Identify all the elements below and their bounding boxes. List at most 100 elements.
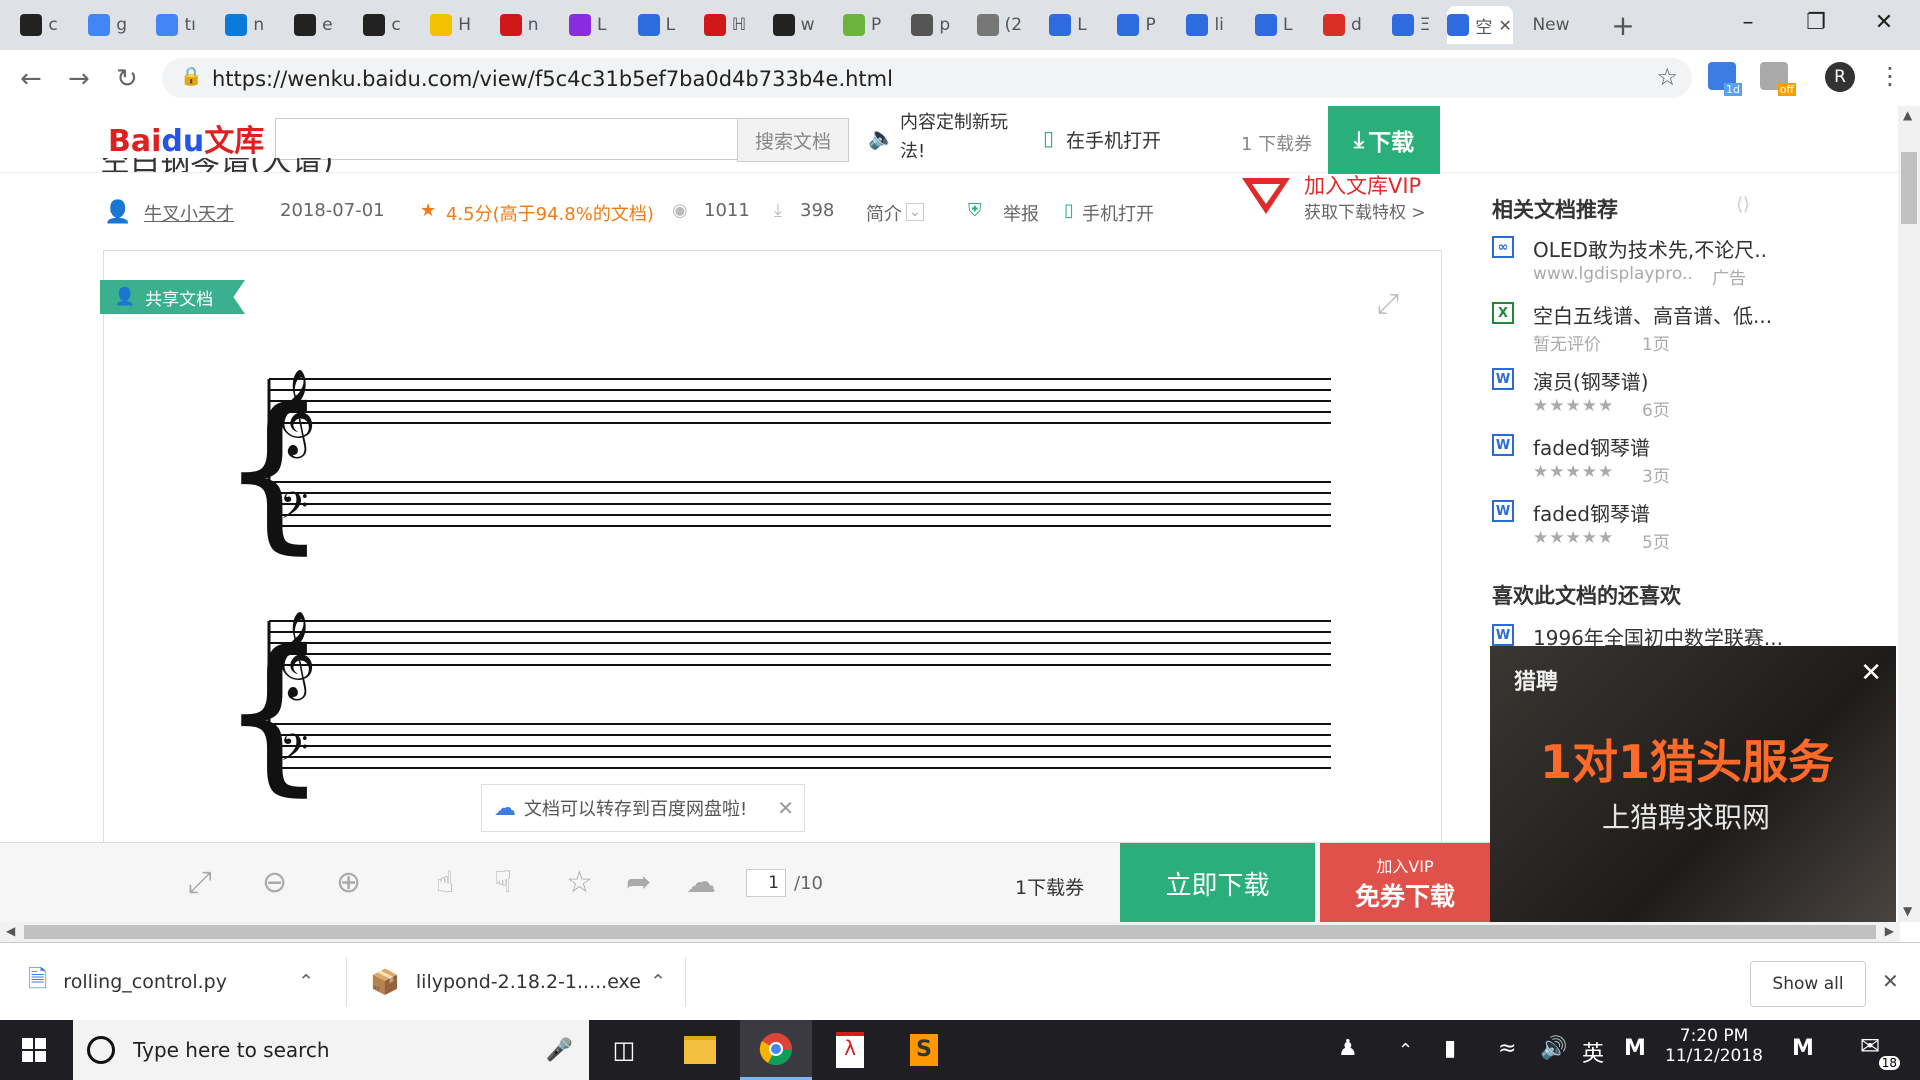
header-download-button[interactable]: ⤓ 下载	[1328, 106, 1440, 174]
scroll-right-icon[interactable]: ▶	[1885, 924, 1894, 938]
thumbs-down-icon[interactable]: ☟	[494, 865, 512, 900]
forward-icon[interactable]: →	[68, 64, 90, 94]
ime-indicator[interactable]: 英	[1582, 1036, 1604, 1068]
back-icon[interactable]: ←	[20, 64, 42, 94]
volume-icon[interactable]: 🔊	[1540, 1036, 1567, 1061]
reload-icon[interactable]: ↻	[116, 64, 138, 94]
clock[interactable]: 7:20 PM 11/12/2018	[1664, 1026, 1764, 1066]
browser-tab[interactable]: d	[1309, 6, 1375, 44]
minimize-button[interactable]: –	[1718, 0, 1778, 44]
acrobat-icon[interactable]: λ	[814, 1020, 886, 1080]
browser-tab[interactable]: n	[486, 6, 552, 44]
vertical-scrollbar[interactable]: ▲ ▼	[1898, 106, 1920, 922]
extension-off-icon[interactable]: off	[1760, 62, 1796, 96]
browser-tab[interactable]: 空 ✕	[1446, 6, 1513, 44]
url-text[interactable]: https://wenku.baidu.com/view/f5c4c31b5ef…	[212, 67, 893, 91]
search-docs-button[interactable]: 搜索文档	[737, 118, 849, 162]
action-center-icon[interactable]: ✉ 18	[1860, 1032, 1900, 1070]
bookmark-star-icon[interactable]: ☆	[1656, 63, 1678, 91]
related-doc-item[interactable]: W 演员(钢琴谱) ★★★★★ 6页	[1492, 366, 1782, 426]
taskbar-search-box[interactable]: Type here to search 🎤	[73, 1020, 589, 1080]
browser-tab[interactable]: tı	[143, 6, 209, 44]
browser-tab[interactable]: e	[280, 6, 346, 44]
chevron-up-icon[interactable]: ⌃	[650, 971, 666, 993]
download-now-button[interactable]: 立即下载	[1120, 843, 1315, 923]
vip-free-download-button[interactable]: 加入VIP 免券下载	[1320, 843, 1490, 923]
horizontal-scrollbar[interactable]: ◀ ▶	[0, 922, 1900, 942]
profile-avatar[interactable]: R	[1825, 62, 1855, 92]
browser-tab[interactable]: g	[75, 6, 141, 44]
phone-open-link[interactable]: 手机打开	[1082, 200, 1154, 226]
promo-link[interactable]: 内容定制新玩 法!	[900, 108, 1008, 166]
close-icon[interactable]: ✕	[1860, 658, 1882, 688]
vertical-scroll-thumb[interactable]	[1901, 152, 1917, 224]
file-explorer-icon[interactable]	[664, 1020, 736, 1080]
wifi-icon[interactable]: ≈	[1498, 1036, 1516, 1061]
browser-tab[interactable]: c	[349, 6, 415, 44]
open-in-phone-link[interactable]: 在手机打开	[1066, 126, 1161, 153]
join-vip-link[interactable]: 加入文库VIP	[1304, 170, 1421, 200]
share-icon[interactable]: ➦	[626, 865, 651, 900]
close-icon[interactable]: ✕	[777, 796, 794, 820]
related-doc-item[interactable]: ∞ OLED敢为技术先,不论尺.. www.lgdisplaypro.. 广告	[1492, 234, 1782, 294]
page-number-input[interactable]: 1	[746, 869, 786, 897]
intro-toggle[interactable]: 简介	[866, 200, 902, 226]
related-doc-item[interactable]: X 空白五线谱、高音谱、低... 暂无评价 1页	[1492, 300, 1782, 360]
browser-tab[interactable]: (2	[966, 6, 1032, 44]
show-all-button[interactable]: Show all	[1750, 961, 1866, 1007]
horizontal-scroll-thumb[interactable]	[24, 925, 1876, 939]
close-tab-icon[interactable]: ✕	[1498, 16, 1511, 35]
browser-tab[interactable]: New	[1518, 6, 1584, 44]
report-link[interactable]: 举报	[1003, 200, 1039, 226]
close-window-button[interactable]: ✕	[1854, 0, 1914, 44]
download-item-exe[interactable]: 📦 lilypond-2.18.2-1.....exe ⌃	[370, 943, 680, 1021]
browser-tab[interactable]: L	[555, 6, 621, 44]
browser-tab[interactable]: Ξ	[1378, 6, 1444, 44]
microphone-icon[interactable]: 🎤	[546, 1038, 573, 1063]
browser-tab[interactable]: ℍ	[692, 6, 758, 44]
chevron-up-icon[interactable]: ⌃	[1398, 1040, 1413, 1061]
ime-mode-icon[interactable]: M	[1624, 1036, 1646, 1061]
browser-tab[interactable]: L	[1035, 6, 1101, 44]
favorite-star-icon[interactable]: ☆	[566, 865, 593, 900]
browser-tab[interactable]: P	[1104, 6, 1170, 44]
author-link[interactable]: 牛叉小天才	[144, 200, 234, 226]
chevron-down-icon[interactable]: ⌄	[906, 203, 924, 221]
also-like-item[interactable]: W 1996年全国初中数学联赛...	[1492, 622, 1782, 646]
fullscreen-icon[interactable]: ⤢	[188, 865, 212, 900]
scroll-up-icon[interactable]: ▲	[1903, 108, 1912, 122]
chrome-icon[interactable]	[740, 1020, 812, 1080]
baidu-wenku-logo[interactable]: Baidu文库	[108, 116, 264, 160]
liepin-ad[interactable]: 猎聘 ✕ 1对1猎头服务 上猎聘求职网	[1490, 646, 1896, 922]
browser-tab[interactable]: P	[829, 6, 895, 44]
scroll-down-icon[interactable]: ▼	[1903, 904, 1912, 918]
browser-tab[interactable]: li	[1172, 6, 1238, 44]
carousel-arrows-icon[interactable]: ⟨⟩	[1736, 194, 1750, 215]
cloud-save-icon[interactable]: ☁	[686, 865, 716, 900]
windows-start-icon[interactable]	[22, 1038, 46, 1062]
menu-kebab-icon[interactable]: ⋮	[1878, 62, 1902, 90]
close-icon[interactable]: ✕	[1882, 969, 1899, 993]
browser-tab[interactable]: n	[212, 6, 278, 44]
scroll-left-icon[interactable]: ◀	[6, 924, 15, 938]
related-doc-item[interactable]: Wfaded钢琴谱 ★★★★★ 3页	[1492, 432, 1782, 492]
wenku-search-input[interactable]	[275, 118, 739, 160]
zoom-in-icon[interactable]: ⊕	[336, 865, 361, 900]
vip-privilege-link[interactable]: 获取下载特权 >	[1304, 198, 1426, 223]
maximize-button[interactable]: ❐	[1786, 0, 1846, 44]
mail-tray-icon[interactable]: M	[1792, 1036, 1814, 1061]
battery-icon[interactable]: ▮	[1444, 1036, 1456, 1061]
new-tab-button[interactable]: +	[1590, 6, 1656, 44]
people-icon[interactable]: ♟	[1338, 1036, 1358, 1061]
browser-tab[interactable]: H	[418, 6, 484, 44]
thumbs-up-icon[interactable]: ☝	[436, 865, 454, 900]
sublime-text-icon[interactable]: S	[888, 1020, 960, 1080]
extension-icon[interactable]: 1d	[1708, 62, 1742, 96]
chevron-up-icon[interactable]: ⌃	[298, 971, 314, 993]
browser-tab[interactable]: p	[898, 6, 964, 44]
zoom-out-icon[interactable]: ⊖	[262, 865, 287, 900]
browser-tab[interactable]: w	[761, 6, 827, 44]
browser-tab[interactable]: L	[1241, 6, 1307, 44]
browser-tab[interactable]: c	[6, 6, 72, 44]
download-item-py[interactable]: 🗎 rolling_control.py ⌃	[28, 943, 328, 1021]
